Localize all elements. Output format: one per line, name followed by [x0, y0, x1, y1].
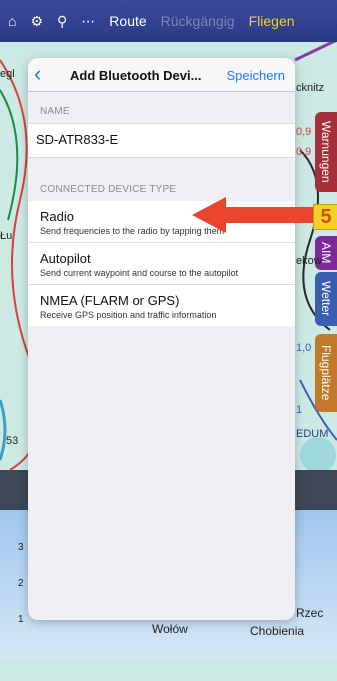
map-label: Chobienia — [250, 624, 305, 638]
map-label: Łu — [0, 230, 13, 242]
map-label: 53 — [6, 435, 19, 447]
back-chevron-icon[interactable]: ‹ — [34, 63, 50, 86]
device-type-title: Autopilot — [40, 251, 91, 266]
map-label: ekow — [296, 255, 322, 267]
annotation-arrow — [192, 197, 317, 233]
device-type-subtitle: Receive GPS position and traffic informa… — [40, 310, 217, 320]
app-toolbar: ⌂ ⚙ ⚲ ⋯ Route Rückgängig Fliegen — [0, 0, 337, 42]
profile-tick: 2 — [18, 578, 24, 589]
save-button[interactable]: Speichern — [226, 68, 285, 83]
map-label: 1,0 — [296, 342, 312, 354]
device-type-title: NMEA (FLARM or GPS) — [40, 293, 180, 308]
device-type-subtitle: Send current waypoint and course to the … — [40, 268, 239, 278]
route-button[interactable]: Route — [109, 13, 146, 29]
add-bluetooth-device-sheet: ‹ Add Bluetooth Devi... Speichern NAME S… — [28, 58, 295, 620]
map-label: cknitz — [296, 82, 325, 94]
tab-wetter[interactable]: Wetter — [315, 272, 337, 326]
profile-tick: 3 — [18, 542, 24, 553]
tab-warnungen[interactable]: Warnungen — [315, 112, 337, 192]
step-badge: 5 — [313, 204, 337, 230]
sheet-navbar: ‹ Add Bluetooth Devi... Speichern — [28, 58, 295, 92]
map-label: 0,9 — [296, 126, 312, 138]
map-label: Rzec — [296, 606, 324, 620]
device-type-autopilot[interactable]: Autopilot Send current waypoint and cour… — [28, 243, 295, 285]
undo-button[interactable]: Rückgängig — [161, 13, 235, 29]
device-name-field[interactable]: SD-ATR833-E — [28, 123, 295, 158]
tab-flugplaetze[interactable]: Flugplätze — [315, 334, 337, 412]
more-icon[interactable]: ⋯ — [81, 13, 95, 30]
map-label: EDUM — [296, 428, 329, 440]
name-section-header: NAME — [40, 106, 70, 117]
map-label: 1 — [296, 404, 303, 416]
fly-button[interactable]: Fliegen — [249, 13, 295, 29]
profile-tick: 1 — [18, 614, 24, 625]
sheet-title: Add Bluetooth Devi... — [70, 68, 202, 83]
gear-icon[interactable]: ⚙ — [30, 13, 43, 30]
search-icon[interactable]: ⚲ — [57, 13, 67, 30]
map-label: Wołów — [152, 622, 188, 636]
home-icon[interactable]: ⌂ — [8, 13, 16, 29]
device-type-nmea[interactable]: NMEA (FLARM or GPS) Receive GPS position… — [28, 285, 295, 326]
map-label: 0,9 — [296, 146, 312, 158]
map-label: egl — [0, 68, 15, 80]
